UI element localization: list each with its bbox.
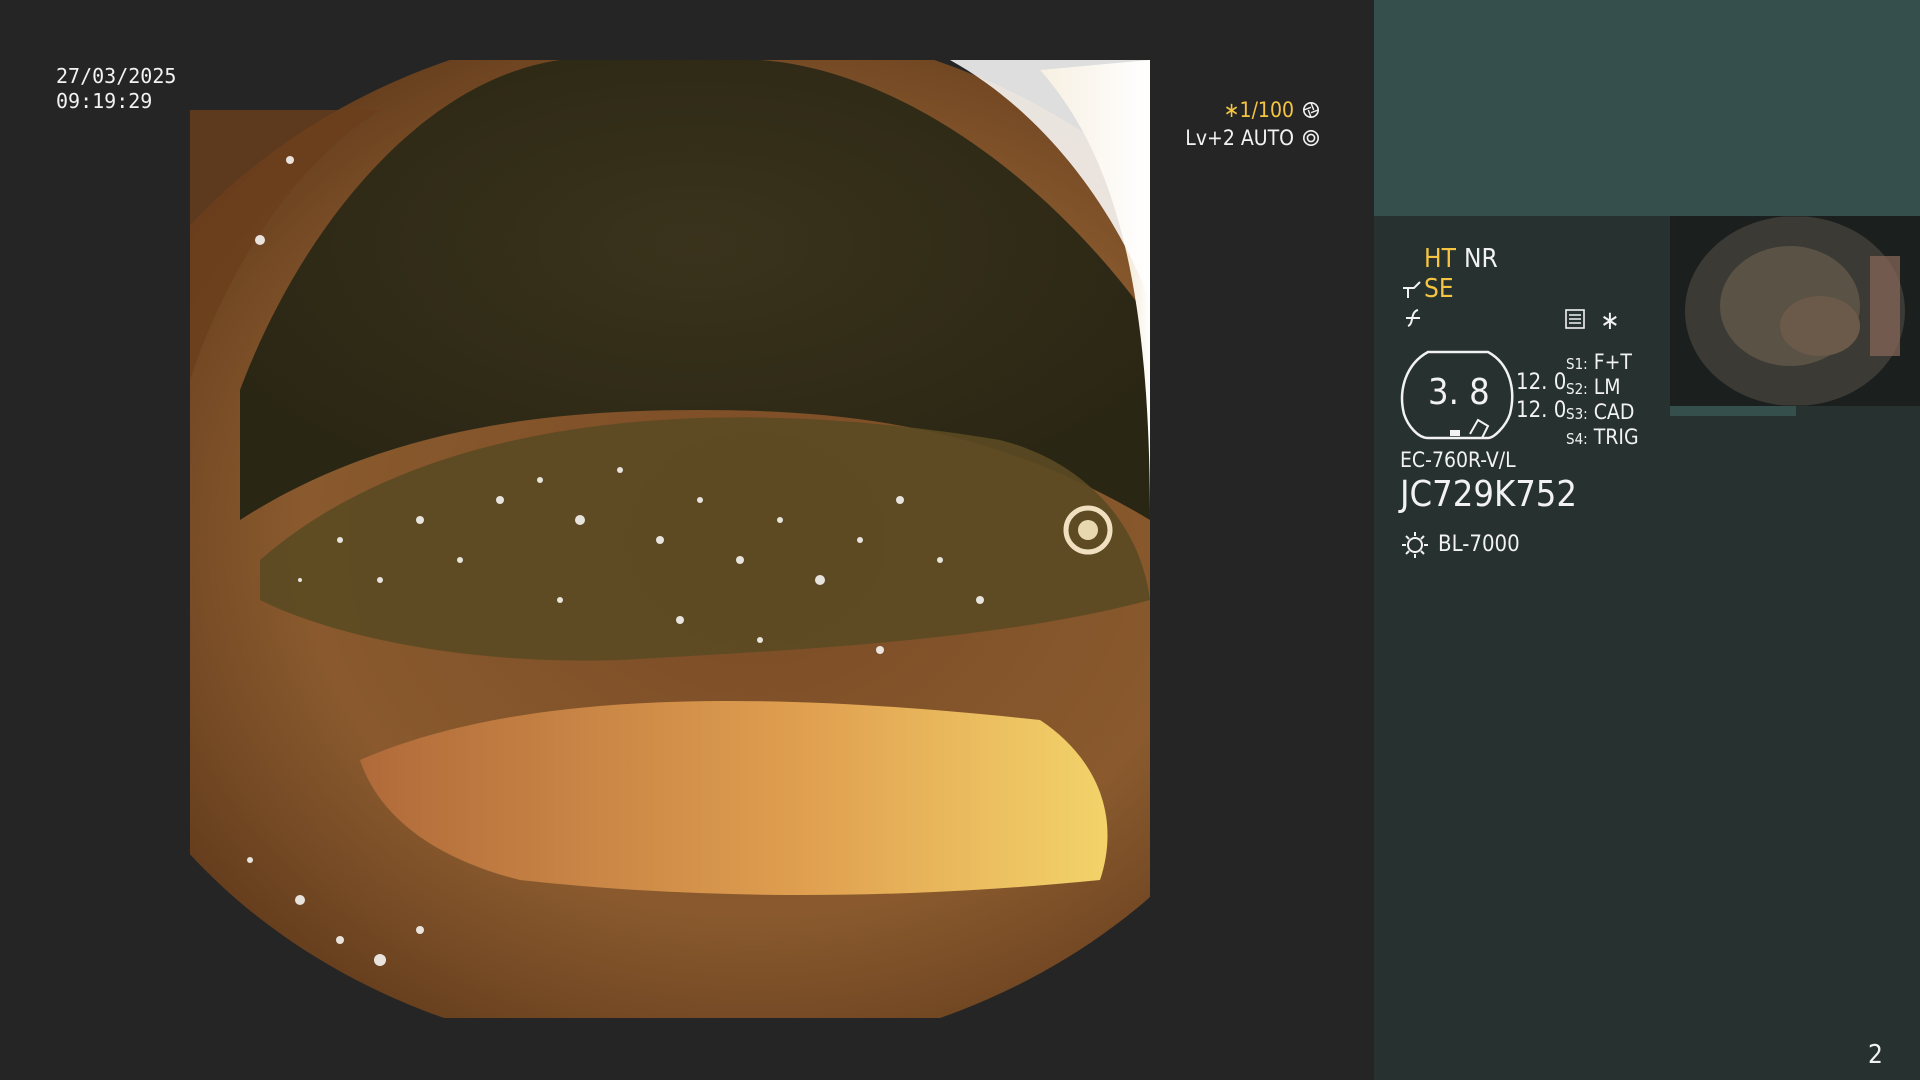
scope-tip-icon: [1403, 281, 1421, 298]
info-panel: HT NR SE ∗ 3. 8 12. 0 12. 0 S1: F+T S2: …: [1374, 0, 1920, 1080]
switch-s4-value: TRIG: [1593, 425, 1639, 449]
scope-model: EC-760R-V/L: [1400, 448, 1516, 472]
date-text: 27/03/2025: [56, 64, 177, 88]
se-mode-label: SE: [1424, 274, 1454, 304]
endoscopic-image: [190, 60, 1150, 1018]
thumbnail-caption-bar: [1670, 406, 1796, 416]
setting-value-1: 12. 0: [1516, 370, 1567, 395]
thumbnail-image[interactable]: [1670, 216, 1920, 406]
page-number: 2: [1868, 1040, 1883, 1070]
ht-mode-label: HT: [1424, 244, 1456, 274]
ring-icon: [1302, 129, 1320, 147]
date-time-readout: 27/03/2025 09:19:29: [56, 64, 176, 114]
zoom-value: 3. 8: [1428, 372, 1490, 413]
no-freeze-icon: [1406, 309, 1420, 327]
endoscope-viewport: 27/03/2025 09:19:29 ∗1/100 Lv+2 AUTO: [0, 0, 1372, 1080]
switch-s1-key: S1: [1566, 355, 1584, 373]
asterisk-indicator: ∗: [1600, 306, 1620, 336]
switch-s2: S2: LM: [1566, 375, 1621, 399]
light-source-model: BL-7000: [1438, 532, 1520, 557]
switch-s2-key: S2: [1566, 380, 1584, 398]
light-level-text: Lv+2 AUTO: [1185, 126, 1294, 150]
setting-value-2: 12. 0: [1516, 398, 1567, 423]
nr-mode-label: NR: [1464, 244, 1498, 274]
panel-header: [1374, 0, 1920, 216]
switch-s3-key: S3: [1566, 405, 1584, 423]
aperture-icon: [1302, 101, 1320, 119]
switch-s4: S4: TRIG: [1566, 425, 1639, 449]
light-source-icon: [1402, 532, 1428, 558]
switch-s1: S1: F+T: [1566, 350, 1632, 374]
switch-s1-value: F+T: [1593, 350, 1632, 374]
time-text: 09:19:29: [56, 89, 153, 113]
thumbnail-caption-bar-2: [1796, 406, 1920, 416]
menu-list-icon: [1565, 309, 1585, 329]
light-level-readout: Lv+2 AUTO: [1185, 126, 1320, 150]
switch-s4-key: S4: [1566, 430, 1584, 448]
switch-s2-value: LM: [1593, 375, 1621, 399]
switch-s3: S3: CAD: [1566, 400, 1635, 424]
shutter-text: ∗1/100: [1223, 98, 1294, 122]
switch-s3-value: CAD: [1593, 400, 1635, 424]
scope-serial: JC729K752: [1400, 474, 1578, 515]
thumbnail-preview: [1670, 216, 1920, 406]
shutter-speed-readout: ∗1/100: [1224, 98, 1320, 122]
